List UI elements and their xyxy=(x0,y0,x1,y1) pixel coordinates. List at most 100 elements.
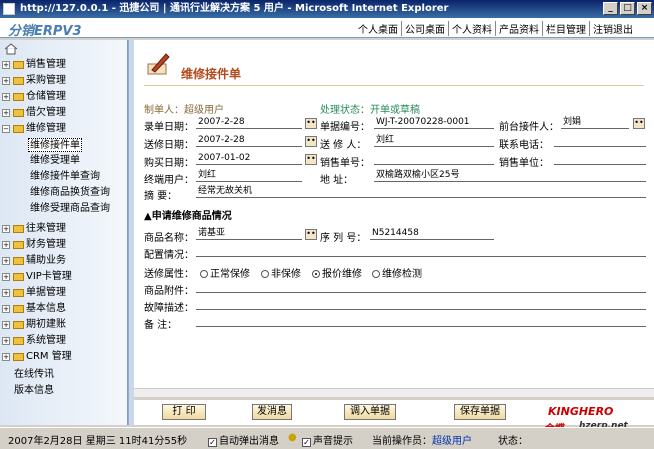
sidebar-item-aux[interactable]: + 辅助业务 xyxy=(2,254,66,268)
state-label: 状态： xyxy=(498,436,528,447)
checkbox-checked-icon[interactable]: ✓ xyxy=(208,438,217,447)
radio-icon[interactable] xyxy=(372,270,380,278)
fault-field[interactable] xyxy=(196,297,646,310)
record-date-picker[interactable]: •• xyxy=(305,118,317,129)
expand-icon[interactable]: + xyxy=(2,225,10,233)
sidebar-item-crm[interactable]: + CRM 管理 xyxy=(2,350,72,364)
nav-logout[interactable]: 注销退出 xyxy=(589,21,636,36)
sidebar-item-repair-receipt[interactable]: 维修接件单 xyxy=(28,138,82,152)
sidebar-item-repair-accept[interactable]: 维修受理单 xyxy=(30,154,80,168)
sidebar-item-online-message[interactable]: 在线传讯 xyxy=(14,368,54,382)
sidebar-item-label: 仓储管理 xyxy=(26,91,66,102)
attr-option-normal[interactable]: 正常保修 xyxy=(200,265,250,280)
sidebar-item-documents[interactable]: + 单据管理 xyxy=(2,286,66,300)
accessories-field[interactable] xyxy=(196,280,646,293)
nav-personal-desktop[interactable]: 个人桌面 xyxy=(355,21,401,36)
address-field[interactable]: 双榆路双榆小区25号 xyxy=(374,169,646,182)
sidebar-item-exchange-query[interactable]: 维修商品换货查询 xyxy=(30,186,110,200)
radio-selected-icon[interactable] xyxy=(312,270,320,278)
print-button[interactable]: 打 印 xyxy=(162,404,206,420)
sound-toggle[interactable]: ✓ 声音提示 xyxy=(302,432,353,447)
attr-option-nonwarranty[interactable]: 非保修 xyxy=(261,265,301,280)
record-date-field[interactable]: 2007-2-28 xyxy=(196,116,302,129)
nav-product-info[interactable]: 产品资料 xyxy=(495,21,542,36)
radio-icon[interactable] xyxy=(261,270,269,278)
phone-field[interactable] xyxy=(554,134,646,147)
sidebar-item-opening[interactable]: + 期初建账 xyxy=(2,318,66,332)
receiver-picker[interactable]: •• xyxy=(633,118,645,129)
send-message-button[interactable]: 发消息 xyxy=(252,404,292,420)
sidebar-item-basic-info[interactable]: + 基本信息 xyxy=(2,302,66,316)
import-doc-button[interactable]: 调入单据 xyxy=(344,404,396,420)
nav-column-manage[interactable]: 栏目管理 xyxy=(542,21,589,36)
sidebar-item-accept-query[interactable]: 维修受理商品查询 xyxy=(30,202,110,216)
auto-popup-toggle[interactable]: ✓ 自动弹出消息 xyxy=(208,432,279,447)
nav-personal-info[interactable]: 个人资料 xyxy=(448,21,495,36)
sidebar-item-label: 辅助业务 xyxy=(26,255,66,266)
sidebar-item-system[interactable]: + 系统管理 xyxy=(2,334,66,348)
checkbox-checked-icon[interactable]: ✓ xyxy=(302,438,311,447)
product-name-field[interactable]: 诺基亚 xyxy=(196,227,302,240)
status-label: 处理状态：开单或草稿 xyxy=(320,105,420,116)
sidebar-item-label: 财务管理 xyxy=(26,239,66,250)
sidebar-item-receipt-query[interactable]: 维修接件单查询 xyxy=(30,170,100,184)
sidebar-item-storage[interactable]: + 仓储管理 xyxy=(2,90,66,104)
expand-icon[interactable]: + xyxy=(2,321,10,329)
expand-icon[interactable]: + xyxy=(2,61,10,69)
status-datetime: 2007年2月28日 星期三 11时41分55秒 xyxy=(8,436,188,447)
buy-date-field[interactable]: 2007-01-02 xyxy=(196,152,302,165)
attr-option-quote[interactable]: 报价维修 xyxy=(312,265,362,280)
record-date-label: 录单日期： xyxy=(144,122,194,133)
expand-icon[interactable]: + xyxy=(2,305,10,313)
send-date-field[interactable]: 2007-2-28 xyxy=(196,134,302,147)
sale-no-field[interactable] xyxy=(374,152,494,165)
expand-icon[interactable]: + xyxy=(2,109,10,117)
save-doc-button[interactable]: 保存单据 xyxy=(454,404,506,420)
expand-icon[interactable]: + xyxy=(2,77,10,85)
doc-no-field[interactable]: WJ-T-20070228-0001 xyxy=(374,116,494,129)
folder-icon xyxy=(13,321,24,329)
attr-label: 送修属性： xyxy=(144,269,194,280)
operator-info: 当前操作员：超级用户 xyxy=(372,436,472,447)
sender-field[interactable]: 刘红 xyxy=(374,134,494,147)
close-button[interactable]: × xyxy=(637,2,652,15)
collapse-icon[interactable]: − xyxy=(2,125,10,133)
sidebar-item-label: 借欠管理 xyxy=(26,107,66,118)
sidebar-item-sales[interactable]: + 销售管理 xyxy=(2,58,66,72)
remark-field[interactable] xyxy=(196,314,646,327)
horizontal-scrollbar[interactable] xyxy=(134,388,654,397)
nav-company-desktop[interactable]: 公司桌面 xyxy=(401,21,448,36)
config-label: 配置情况： xyxy=(144,250,194,261)
sidebar-item-vip[interactable]: + VIP卡管理 xyxy=(2,270,72,284)
expand-icon[interactable]: + xyxy=(2,353,10,361)
radio-icon[interactable] xyxy=(200,270,208,278)
receiver-field[interactable]: 刘娟 xyxy=(561,116,629,129)
end-user-field[interactable]: 刘红 xyxy=(196,169,302,182)
config-field[interactable] xyxy=(196,244,646,257)
sidebar-item-version[interactable]: 版本信息 xyxy=(14,384,54,398)
expand-icon[interactable]: + xyxy=(2,257,10,265)
folder-icon xyxy=(13,273,24,281)
expand-icon[interactable]: + xyxy=(2,337,10,345)
summary-field[interactable]: 经常无故关机 xyxy=(196,185,646,198)
expand-icon[interactable]: + xyxy=(2,93,10,101)
expand-icon[interactable]: + xyxy=(2,273,10,281)
sidebar-item-purchase[interactable]: + 采购管理 xyxy=(2,74,66,88)
sidebar-item-contacts[interactable]: + 往来管理 xyxy=(2,222,66,236)
expand-icon[interactable]: + xyxy=(2,241,10,249)
expand-icon[interactable]: + xyxy=(2,289,10,297)
sale-unit-field[interactable] xyxy=(554,152,646,165)
sidebar-item-finance[interactable]: + 财务管理 xyxy=(2,238,66,252)
send-date-picker[interactable]: •• xyxy=(305,136,317,147)
sidebar-item-label: CRM 管理 xyxy=(26,351,72,362)
buy-date-picker[interactable]: •• xyxy=(305,154,317,165)
minimize-button[interactable]: _ xyxy=(603,2,618,15)
home-icon[interactable] xyxy=(4,43,18,55)
sidebar-item-label: 基本信息 xyxy=(26,303,66,314)
maximize-button[interactable]: □ xyxy=(620,2,635,15)
sidebar-item-repair[interactable]: − 维修管理 xyxy=(2,122,66,136)
product-picker[interactable]: •• xyxy=(305,229,317,240)
serial-field[interactable]: N5214458 xyxy=(370,227,494,240)
attr-option-inspect[interactable]: 维修检测 xyxy=(372,265,422,280)
sidebar-item-borrow[interactable]: + 借欠管理 xyxy=(2,106,66,120)
